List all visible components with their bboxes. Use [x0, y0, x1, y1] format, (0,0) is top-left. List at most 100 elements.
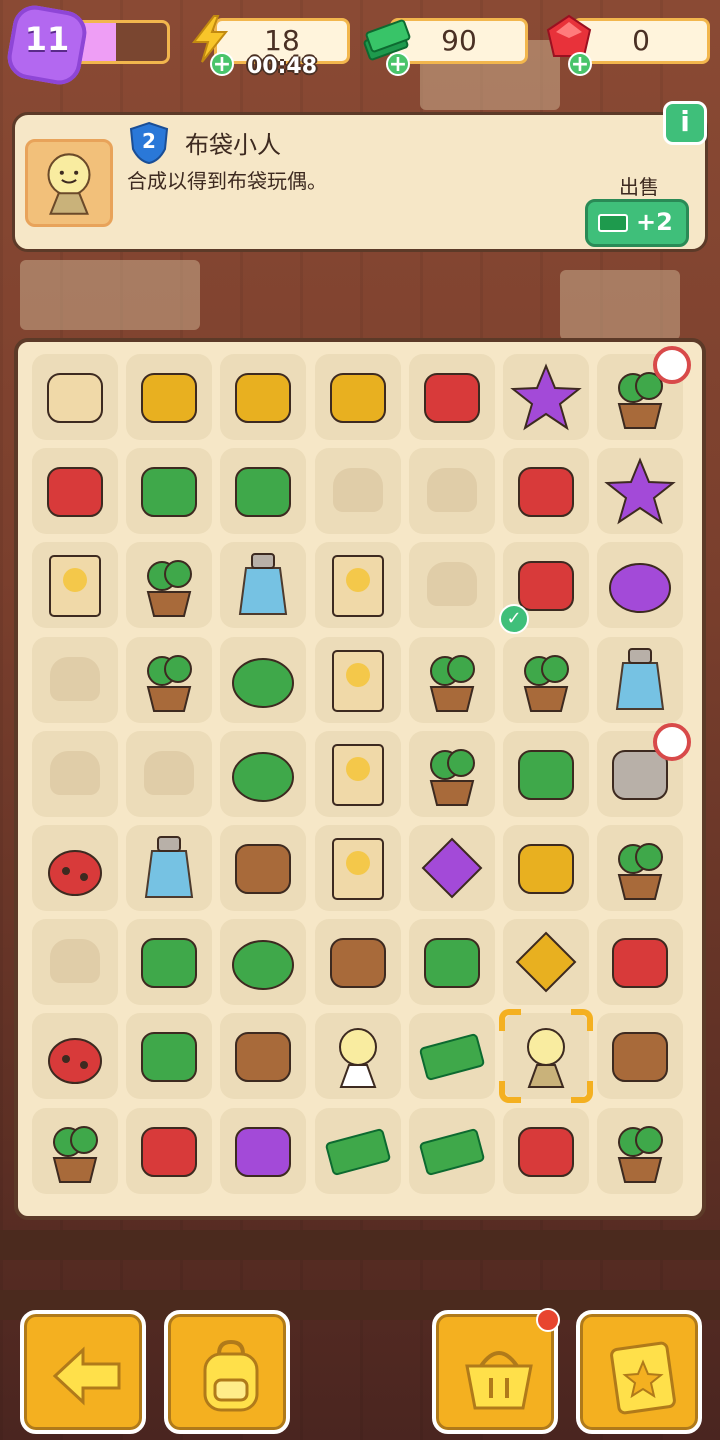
board-cell[interactable]: [32, 1013, 118, 1100]
green-cloth-icon: [232, 940, 295, 991]
board-cell[interactable]: [314, 354, 401, 440]
board-cell[interactable]: [126, 919, 213, 1006]
lucky-cat-icon: [338, 1028, 377, 1089]
board-cell[interactable]: [220, 1107, 307, 1194]
board-cell[interactable]: [220, 448, 307, 535]
empty-slot-icon: [332, 468, 383, 513]
sell-button[interactable]: +2: [585, 199, 689, 247]
board-cell[interactable]: [597, 346, 692, 440]
board-cell[interactable]: [408, 636, 495, 723]
board-cell[interactable]: [32, 448, 118, 535]
cash-counter[interactable]: 90 +: [362, 18, 528, 76]
energy-plus-icon[interactable]: +: [210, 52, 234, 76]
empty-slot-icon: [144, 750, 195, 795]
photo-card-icon: [331, 838, 384, 900]
green-helmet-icon: [232, 751, 295, 802]
cash-pile-icon: [325, 1128, 390, 1175]
board-cell[interactable]: [597, 722, 692, 817]
medicine-jar-icon: [616, 647, 665, 710]
board-cell[interactable]: [220, 919, 307, 1006]
board-cell[interactable]: [408, 354, 495, 440]
board-cell[interactable]: [503, 448, 589, 535]
sapling-pot-icon: [429, 654, 475, 712]
shop-button[interactable]: [432, 1308, 560, 1434]
board-cell[interactable]: [32, 1107, 118, 1194]
board-cell[interactable]: [314, 919, 401, 1006]
board-cell[interactable]: [314, 825, 401, 911]
board-cell[interactable]: [32, 354, 118, 440]
board-cell[interactable]: [220, 825, 307, 911]
board-cell[interactable]: [408, 1013, 495, 1100]
board-cell[interactable]: [597, 636, 684, 723]
board-cell[interactable]: [220, 354, 307, 440]
board-cell[interactable]: [220, 1013, 307, 1100]
orange-gem-icon: [515, 931, 577, 993]
board-cell[interactable]: [503, 354, 589, 440]
quest-button[interactable]: [576, 1310, 702, 1434]
board-cell[interactable]: ✓: [499, 542, 589, 635]
board-cell[interactable]: [126, 1013, 213, 1100]
board-cell[interactable]: [126, 542, 213, 629]
potion-flask-icon: [52, 1125, 98, 1183]
board-cell[interactable]: [597, 1013, 684, 1100]
red-tray-icon: [47, 467, 103, 518]
backpack-button[interactable]: [164, 1310, 290, 1434]
level-number: 11: [24, 20, 70, 58]
board-cell[interactable]: [220, 730, 307, 817]
notification-dot: [536, 1308, 560, 1332]
info-button[interactable]: i: [663, 101, 707, 145]
gem-plus-icon[interactable]: +: [568, 52, 592, 76]
board-cell[interactable]: [126, 354, 213, 440]
board-cell[interactable]: [597, 1107, 684, 1194]
board-cell[interactable]: [408, 730, 495, 817]
board-cell-empty[interactable]: [314, 448, 401, 535]
cash-plus-icon[interactable]: +: [386, 52, 410, 76]
board-cell-empty[interactable]: [32, 636, 118, 723]
board-cell[interactable]: [503, 825, 589, 911]
board-cell[interactable]: [408, 825, 495, 911]
board-cell-empty[interactable]: [408, 448, 495, 535]
board-cell-empty[interactable]: [126, 730, 213, 817]
flower-bush-icon: [617, 1125, 664, 1183]
back-button[interactable]: [20, 1310, 146, 1434]
board-cell[interactable]: [220, 542, 307, 629]
board-cell[interactable]: [408, 1107, 495, 1194]
board-cell[interactable]: [597, 919, 684, 1006]
board-cell[interactable]: [32, 542, 118, 629]
board-cell[interactable]: [314, 636, 401, 723]
board-cell-empty[interactable]: [32, 919, 118, 1006]
board-cell[interactable]: [314, 1013, 401, 1100]
gem-counter[interactable]: 0 +: [544, 14, 710, 76]
board-cell[interactable]: [314, 542, 401, 629]
board-cell[interactable]: [32, 825, 118, 911]
moth-icon: [235, 1126, 292, 1177]
board-cell[interactable]: [126, 448, 213, 535]
clay-cup-icon: [235, 844, 292, 894]
selection-corner: [499, 1081, 521, 1104]
seedling-pot-icon: [429, 748, 475, 806]
board-cell[interactable]: [503, 730, 589, 817]
board-cell[interactable]: [503, 1107, 589, 1194]
board-cell[interactable]: [503, 919, 589, 1006]
brass-dish-icon: [518, 844, 574, 894]
backpack-icon: [203, 1339, 259, 1412]
board-cell[interactable]: [126, 1107, 213, 1194]
item-name: 布袋小人: [185, 131, 281, 159]
empty-slot-icon: [426, 562, 477, 607]
purple-star-face-icon: [604, 457, 676, 525]
board-cell-empty[interactable]: [32, 730, 118, 817]
brass-hook-icon: [329, 373, 386, 423]
board-cell[interactable]: [499, 1009, 593, 1104]
board-cell[interactable]: [597, 448, 684, 535]
board-cell[interactable]: [126, 636, 213, 723]
board-cell[interactable]: [408, 919, 495, 1006]
board-cell[interactable]: [597, 542, 684, 629]
board-cell[interactable]: [503, 636, 589, 723]
board-cell[interactable]: [126, 825, 213, 911]
board-cell[interactable]: [314, 1107, 401, 1194]
board-cell[interactable]: [314, 730, 401, 817]
board-cell[interactable]: [220, 636, 307, 723]
board-cell-empty[interactable]: [408, 542, 495, 629]
merge-board: ✓: [14, 338, 706, 1220]
board-cell[interactable]: [597, 825, 684, 911]
